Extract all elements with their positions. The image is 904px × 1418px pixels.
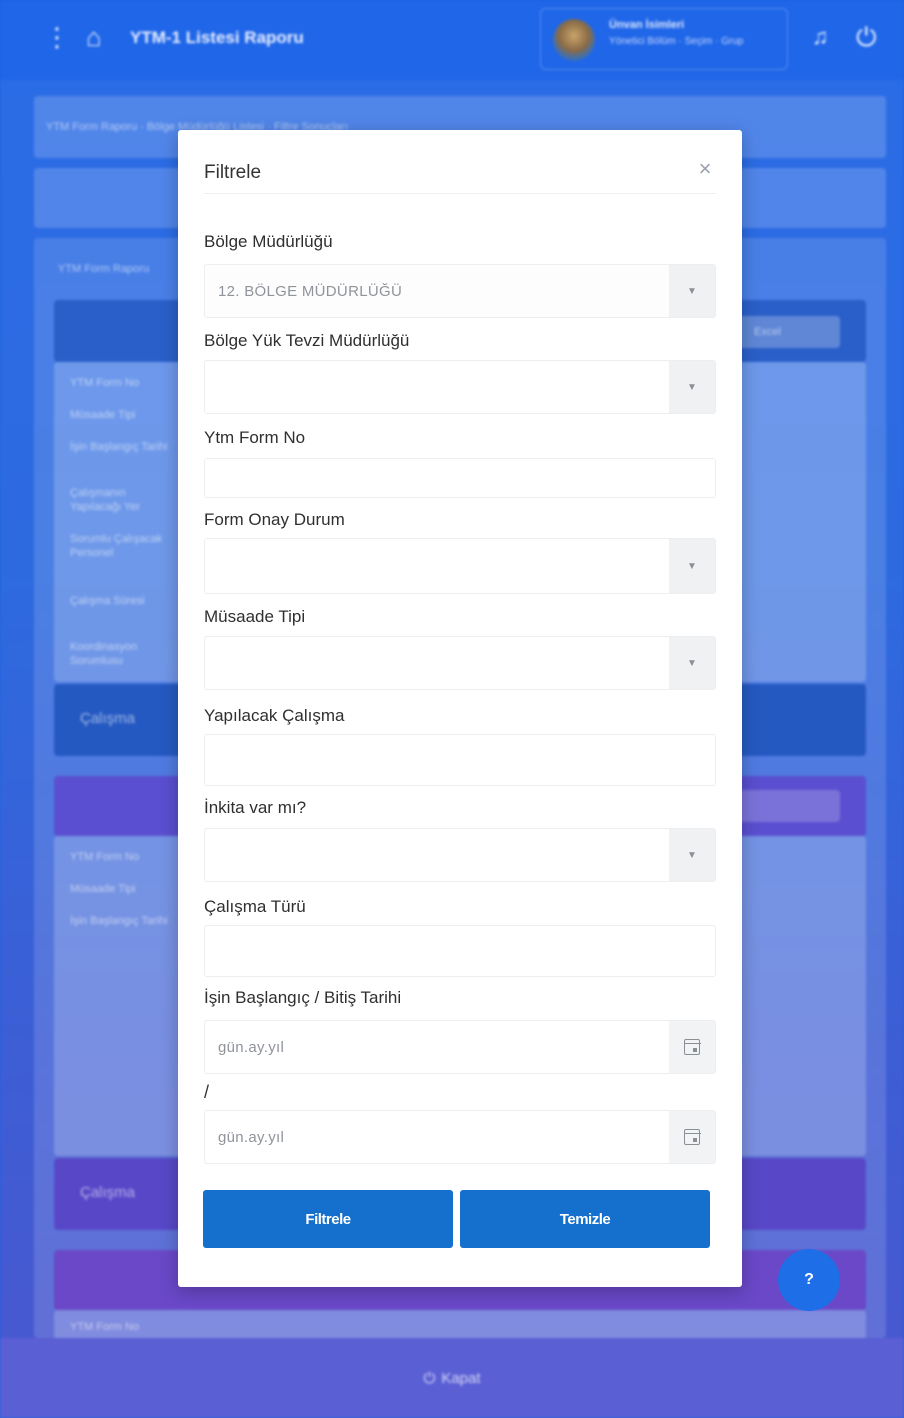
user-name: Ünvan İsimleri — [609, 19, 685, 31]
chevron-down-icon: ▼ — [669, 361, 715, 413]
top-app-bar: ⋮ ⌂ YTM-1 Listesi Raporu Ünvan İsimleri … — [0, 0, 904, 80]
filter-modal: Filtrele × Bölge Müdürlüğü 12. BÖLGE MÜD… — [178, 130, 742, 1287]
end-date-input[interactable]: gün.ay.yıl — [204, 1110, 716, 1164]
card-body-3: YTM Form No — [54, 1310, 866, 1340]
power-icon[interactable]: ⏻ — [856, 22, 877, 54]
clear-button[interactable]: Temizle — [460, 1190, 710, 1248]
bolge-mudurlugu-label: Bölge Müdürlüğü — [204, 232, 333, 251]
date-separator: / — [204, 1082, 210, 1102]
bottom-bar: ⏻ Kapat — [0, 1338, 904, 1418]
chevron-down-icon: ▼ — [669, 829, 715, 881]
chevron-down-icon: ▼ — [669, 637, 715, 689]
filter-button[interactable]: Filtrele — [203, 1190, 453, 1248]
home-icon[interactable]: ⌂ — [86, 22, 102, 53]
close-circle-icon: ⏻ — [423, 1369, 436, 1387]
bottom-close-label[interactable]: Kapat — [441, 1370, 480, 1387]
calisma-turu-label: Çalışma Türü — [204, 897, 306, 916]
start-date-input[interactable]: gün.ay.yıl — [204, 1020, 716, 1074]
calisma-turu-input[interactable] — [204, 925, 716, 977]
form-onay-select[interactable]: ▼ — [204, 538, 716, 594]
menu-kebab-icon[interactable]: ⋮ — [44, 24, 70, 50]
bolge-mudurlugu-value: 12. BÖLGE MÜDÜRLÜĞÜ — [218, 283, 403, 300]
ytm-form-no-label: Ytm Form No — [204, 428, 306, 447]
user-profile-box[interactable]: Ünvan İsimleri Yönetici Bölüm · Seçim · … — [540, 8, 788, 70]
tarih-label: İşin Başlangıç / Bitiş Tarihi — [204, 988, 402, 1007]
chevron-down-icon: ▼ — [669, 265, 715, 317]
yuk-tevzi-select[interactable]: ▼ — [204, 360, 716, 414]
chevron-down-icon: ▼ — [669, 539, 715, 593]
calendar-icon[interactable] — [669, 1111, 715, 1163]
modal-header: Filtrele × — [204, 156, 718, 194]
ytm-form-no-input[interactable] — [204, 458, 716, 498]
bell-icon[interactable]: ♫ — [812, 24, 829, 50]
yuk-tevzi-label: Bölge Yük Tevzi Müdürlüğü — [204, 331, 410, 350]
inkita-label: İnkita var mı? — [204, 798, 307, 817]
musaade-tipi-label: Müsaade Tipi — [204, 607, 306, 626]
yapilacak-calisma-input[interactable] — [204, 734, 716, 786]
yapilacak-calisma-label: Yapılacak Çalışma — [204, 706, 345, 725]
user-role: Yönetici Bölüm · Seçim · Grup — [609, 36, 744, 47]
help-button[interactable]: ? — [778, 1249, 840, 1311]
musaade-tipi-select[interactable]: ▼ — [204, 636, 716, 690]
modal-title: Filtrele — [204, 162, 262, 183]
form-onay-label: Form Onay Durum — [204, 510, 345, 529]
inkita-select[interactable]: ▼ — [204, 828, 716, 882]
close-icon[interactable]: × — [692, 156, 718, 182]
content-subheader: YTM Form Raporu — [58, 263, 150, 275]
bolge-mudurlugu-select[interactable]: 12. BÖLGE MÜDÜRLÜĞÜ ▼ — [204, 264, 716, 318]
avatar — [553, 19, 595, 61]
app-title: YTM-1 Listesi Raporu — [130, 28, 304, 47]
calendar-icon[interactable] — [669, 1021, 715, 1073]
